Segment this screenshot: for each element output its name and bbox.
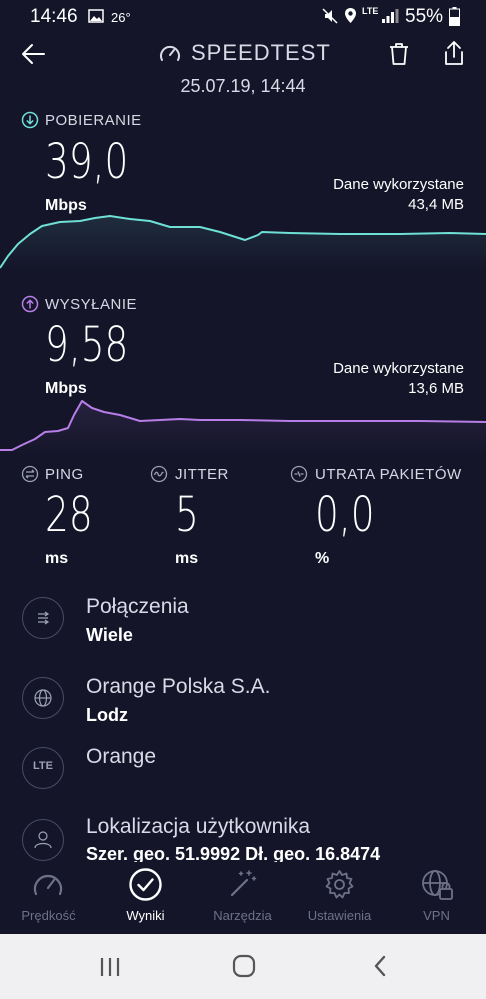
- packet-loss-icon: [290, 465, 308, 483]
- packet-loss-unit: %: [315, 550, 330, 567]
- jitter-icon: [150, 465, 168, 483]
- share-icon[interactable]: [442, 40, 466, 66]
- network-type: LTE: [362, 6, 379, 16]
- back-arrow-icon[interactable]: [20, 42, 46, 66]
- lte-icon: LTE: [22, 747, 64, 789]
- gear-icon: [325, 870, 354, 899]
- nav-label-tools: Narzędzia: [213, 908, 272, 923]
- nav-item-results[interactable]: Wyniki: [97, 862, 194, 934]
- provider-title: Orange Polska S.A.: [86, 675, 271, 698]
- upload-speed-graph: [0, 400, 486, 455]
- user-icon: [22, 819, 64, 861]
- test-date: 25.07.19, 14:44: [180, 76, 306, 96]
- ping-label: PING: [45, 466, 84, 483]
- home-icon[interactable]: [232, 954, 256, 978]
- list-item-user-location: Lokalizacja użytkownika Szer. geo. 51.99…: [0, 807, 486, 862]
- jitter-unit: ms: [175, 550, 199, 567]
- upload-data-used-label: Dane wykorzystane: [333, 360, 464, 377]
- jitter-value: 5: [175, 487, 199, 543]
- upload-icon: [21, 295, 39, 313]
- network-title: Orange: [86, 745, 157, 768]
- download-data-used-label: Dane wykorzystane: [333, 176, 464, 193]
- location-icon: [345, 8, 356, 23]
- recent-apps-icon[interactable]: [99, 956, 121, 978]
- download-value: 39,0: [45, 134, 129, 190]
- download-speed-graph: [0, 215, 486, 270]
- nav-label-speed: Prędkość: [21, 908, 76, 923]
- bottom-navigation: Prędkość Wyniki Narzędzia Ustawienia VPN: [0, 862, 486, 934]
- magic-wand-icon: [230, 870, 257, 897]
- vpn-globe-lock-icon: [422, 870, 453, 900]
- nav-item-vpn[interactable]: VPN: [388, 862, 486, 934]
- nav-label-settings: Ustawienia: [307, 908, 372, 923]
- details-list: Połączenia Wiele Orange Polska S.A. Lodz…: [0, 585, 486, 862]
- connections-title: Połączenia: [86, 595, 189, 618]
- battery-percent: 55%: [405, 6, 444, 27]
- status-temperature: 26°: [111, 10, 131, 25]
- nav-item-settings[interactable]: Ustawienia: [291, 862, 388, 934]
- list-item-connections: Połączenia Wiele: [0, 585, 486, 655]
- status-bar: 14:46 26° LTE 55%: [0, 0, 486, 34]
- download-label: POBIERANIE: [45, 112, 142, 129]
- nav-item-tools[interactable]: Narzędzia: [194, 862, 291, 934]
- jitter-label: JITTER: [175, 466, 229, 483]
- list-item-network: LTE Orange: [0, 735, 486, 805]
- nav-label-vpn: VPN: [423, 908, 450, 923]
- user-location-coords: Szer. geo. 51.9992 Dł. geo. 16.8474: [86, 844, 381, 862]
- speedometer-icon: [33, 874, 63, 896]
- user-location-title: Lokalizacja użytkownika: [86, 815, 311, 838]
- delete-icon[interactable]: [388, 42, 410, 66]
- download-icon: [21, 111, 39, 129]
- check-circle-icon: [129, 868, 162, 901]
- globe-icon: [22, 677, 64, 719]
- ping-unit: ms: [45, 550, 69, 567]
- back-icon[interactable]: [372, 954, 388, 978]
- nav-label-results: Wyniki: [126, 908, 165, 923]
- connections-value: Wiele: [86, 625, 133, 645]
- signal-icon: [382, 9, 399, 23]
- upload-label: WYSYŁANIE: [45, 296, 138, 313]
- nav-item-speed[interactable]: Prędkość: [0, 862, 97, 934]
- provider-location: Lodz: [86, 705, 128, 725]
- system-navigation-bar: [0, 934, 486, 999]
- upload-value: 9,58: [45, 317, 129, 373]
- page-title: SPEEDTEST: [191, 40, 331, 65]
- mute-icon: [322, 8, 338, 24]
- status-time: 14:46: [30, 6, 78, 27]
- lte-icon-text: LTE: [33, 760, 53, 772]
- packet-loss-value: 0,0: [315, 487, 375, 543]
- list-item-provider: Orange Polska S.A. Lodz: [0, 665, 486, 735]
- battery-icon: [449, 7, 460, 26]
- connections-icon: [22, 597, 64, 639]
- gallery-icon: [88, 9, 104, 23]
- speedtest-logo-icon: [160, 45, 180, 61]
- ping-value: 28: [45, 487, 93, 543]
- packet-loss-label: UTRATA PAKIETÓW: [315, 466, 462, 483]
- ping-icon: [21, 465, 39, 483]
